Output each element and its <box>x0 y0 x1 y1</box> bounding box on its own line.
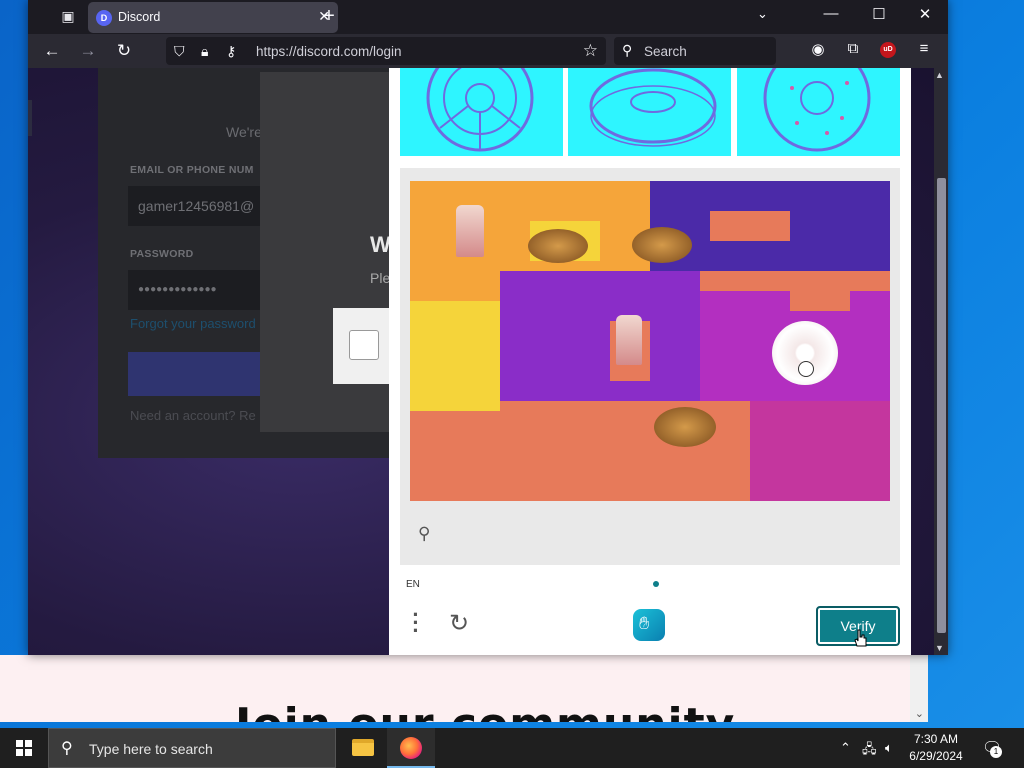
challenge-image[interactable] <box>410 181 890 501</box>
progress-dot <box>653 581 659 587</box>
selection-circle-marker[interactable] <box>798 361 814 377</box>
maximize-icon[interactable]: ☐ <box>864 5 894 23</box>
popcorn-object-icon[interactable] <box>616 315 642 365</box>
refresh-challenge-icon[interactable]: ↻ <box>449 609 469 638</box>
ublock-origin-icon[interactable]: uD <box>880 42 896 58</box>
clock-date: 6/29/2024 <box>909 749 963 763</box>
show-hidden-icons-chevron-icon[interactable]: ⌃ <box>840 740 851 756</box>
extensions-icon[interactable]: ⧉ <box>841 40 865 57</box>
discord-favicon-icon: D <box>96 10 112 26</box>
windows-taskbar: ⚲ Type here to search ⌃ 🖧︎ 🔈︎ 7:30 AM 6/… <box>0 728 1024 768</box>
firefox-window: ▣ D Discord ✕ + ⌄ — ☐ ✕ ← → ↻ ⛉ 🔒︎ ⚷ htt… <box>28 0 948 655</box>
page-scrollbar[interactable]: ▲ ▼ <box>934 68 948 655</box>
scroll-up-icon[interactable]: ▲ <box>935 70 944 80</box>
example-image-donut-sprinkles <box>737 68 900 156</box>
background-discord-page: Join our community ⌄ <box>0 655 928 722</box>
firefox-taskbar-button[interactable] <box>387 728 435 768</box>
example-image-donut-plain <box>568 68 731 156</box>
reload-icon[interactable]: ↻ <box>112 40 136 62</box>
windows-logo-icon <box>16 740 32 756</box>
search-box[interactable]: ⚲ Search <box>614 37 776 65</box>
back-arrow-icon[interactable]: ← <box>40 40 64 62</box>
roasted-chicken-object-icon[interactable] <box>654 407 716 447</box>
hcaptcha-checkbox[interactable] <box>349 330 379 360</box>
clock-time: 7:30 AM <box>913 732 959 746</box>
password-value: ●●●●●●●●●●●●● <box>138 284 217 295</box>
scrollbar-thumb[interactable] <box>937 178 946 633</box>
volume-icon[interactable]: 🔈︎ <box>885 740 893 756</box>
hcaptcha-logo-icon: ✋︎ <box>633 609 665 641</box>
firefox-view-icon[interactable]: ▣ <box>58 8 78 26</box>
register-link[interactable]: Need an account? Re <box>130 408 256 423</box>
network-icon[interactable]: 🖧︎ <box>862 740 877 762</box>
page-content: We're EMAIL OR PHONE NUM gamer12456981@ … <box>28 68 934 655</box>
join-community-heading: Join our community <box>235 699 735 722</box>
language-selector[interactable]: EN <box>406 579 420 590</box>
lock-icon[interactable]: 🔒︎ <box>201 43 208 60</box>
forgot-password-link[interactable]: Forgot your password <box>130 316 256 331</box>
taskbar-search-placeholder: Type here to search <box>89 741 213 757</box>
taskbar-clock[interactable]: 7:30 AM 6/29/2024 <box>905 731 967 765</box>
modal-text: Ple <box>370 270 391 286</box>
key-icon[interactable]: ⚷ <box>226 43 236 60</box>
popcorn-object-icon[interactable] <box>456 205 484 257</box>
close-window-icon[interactable]: ✕ <box>910 5 940 23</box>
address-bar[interactable]: ⛉ 🔒︎ ⚷ https://discord.com/login ☆ <box>166 37 606 65</box>
forward-arrow-icon[interactable]: → <box>76 40 100 62</box>
action-center-icon[interactable]: 🗨︎1 <box>982 738 1002 758</box>
chevron-down-icon: ⌄ <box>914 708 924 720</box>
taskbar-search-box[interactable]: ⚲ Type here to search <box>48 728 336 768</box>
tab-title: Discord <box>118 10 161 24</box>
start-button[interactable] <box>0 728 48 768</box>
search-icon: ⚲ <box>622 42 633 58</box>
search-placeholder: Search <box>644 44 687 59</box>
scroll-down-icon[interactable]: ▼ <box>935 643 944 653</box>
modal-heading: W <box>370 232 391 257</box>
notification-count-badge: 1 <box>990 746 1002 758</box>
new-tab-icon[interactable]: + <box>318 5 340 28</box>
shield-icon[interactable]: ⛉ <box>174 43 185 60</box>
password-label: PASSWORD <box>130 248 194 260</box>
list-all-tabs-icon[interactable]: ⌄ <box>757 6 768 22</box>
captcha-modal-behind: W Ple <box>260 72 413 432</box>
email-value: gamer12456981@ <box>138 198 255 214</box>
roasted-chicken-object-icon[interactable] <box>528 229 588 263</box>
background-scrollbar[interactable]: ⌄ <box>910 655 928 722</box>
folder-icon <box>352 739 374 756</box>
account-icon[interactable]: ◉ <box>806 40 830 58</box>
url-text[interactable]: https://discord.com/login <box>256 44 402 59</box>
hand-cursor-icon <box>854 629 867 647</box>
welcome-subtitle: We're <box>226 124 262 140</box>
tab-discord[interactable]: D Discord ✕ <box>88 2 338 33</box>
left-edge-button <box>28 100 32 136</box>
search-icon: ⚲ <box>61 740 73 757</box>
zoom-search-icon[interactable]: ⚲ <box>418 524 430 544</box>
challenge-task-area: ⚲ <box>400 168 900 565</box>
firefox-icon <box>400 737 422 759</box>
roasted-chicken-object-icon[interactable] <box>632 227 692 263</box>
navigation-toolbar: ← → ↻ ⛉ 🔒︎ ⚷ https://discord.com/login ☆… <box>28 34 948 68</box>
bookmark-star-icon[interactable]: ☆ <box>583 41 598 61</box>
tab-bar: ▣ D Discord ✕ + ⌄ — ☐ ✕ <box>28 0 948 34</box>
example-image-wheel <box>400 68 563 156</box>
email-label: EMAIL OR PHONE NUM <box>130 164 254 176</box>
menu-hamburger-icon[interactable]: ≡ <box>912 40 936 57</box>
minimize-icon[interactable]: — <box>816 5 846 22</box>
more-options-icon[interactable]: · · · <box>409 604 423 642</box>
file-explorer-taskbar-button[interactable] <box>339 728 387 768</box>
hcaptcha-challenge: ⚲ EN · · · ↻ ✋︎ Verify <box>389 68 911 655</box>
